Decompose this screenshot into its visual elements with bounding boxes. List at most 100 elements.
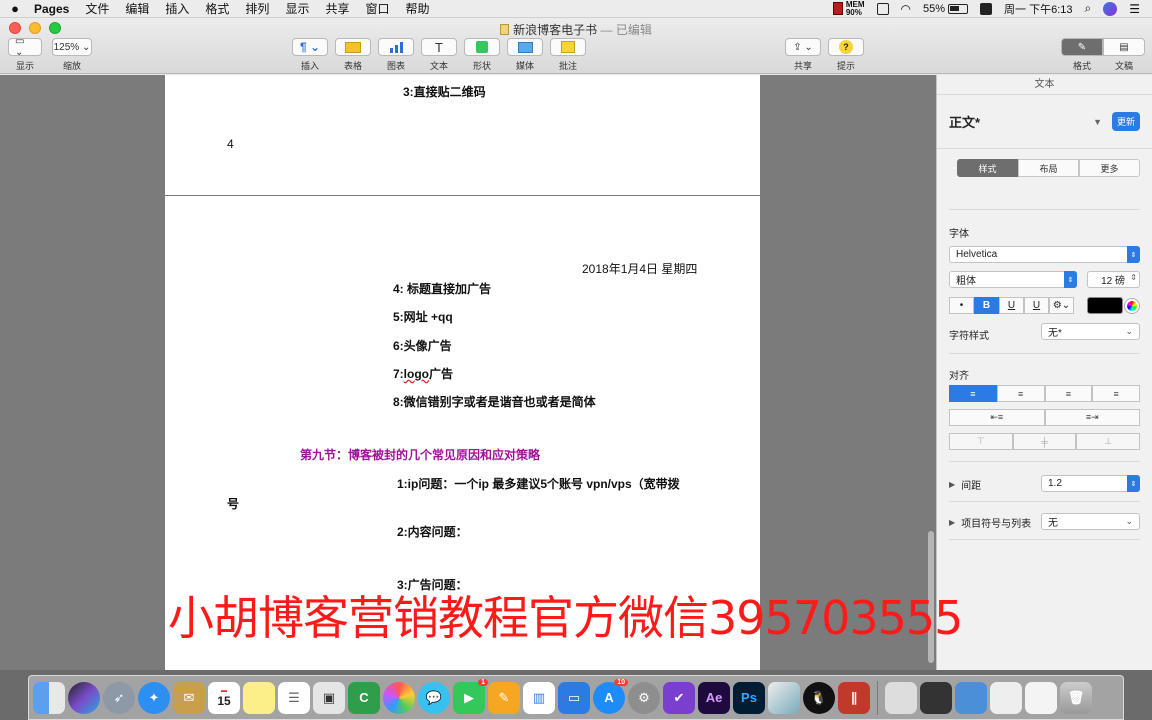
menu-help[interactable]: 帮助 [397, 0, 437, 17]
doc-line-7[interactable]: 7:logo广告 [393, 365, 453, 382]
minimized-window-3[interactable] [955, 681, 987, 714]
doc-line-5[interactable]: 5:网址 +qq [393, 308, 453, 325]
camtasia-icon[interactable]: C [348, 681, 380, 714]
clock[interactable]: 周一 下午6:13 [1004, 1, 1072, 17]
siri-icon[interactable] [68, 681, 100, 714]
minimized-window-5[interactable] [1025, 681, 1057, 714]
numbers-icon[interactable]: ▥ [523, 681, 555, 714]
font-size-stepper-icon[interactable]: ⇕ [1130, 273, 1137, 282]
document-title[interactable]: 新浪博客电子书 — 已编辑 [0, 21, 1152, 38]
doc-line-4[interactable]: 4: 标题直接加广告 [393, 280, 491, 297]
text-tool[interactable]: T 文本 [421, 38, 457, 72]
launchpad-rocket-icon[interactable]: ➶ [103, 681, 135, 714]
media-tool[interactable]: 媒体 [507, 38, 543, 72]
pages-app-icon[interactable]: ✎ [488, 681, 520, 714]
doc-item-2[interactable]: 2:内容问题： [397, 523, 468, 540]
text-options-button[interactable]: • [949, 297, 974, 314]
table-tool[interactable]: 表格 [335, 38, 371, 72]
menu-insert[interactable]: 插入 [157, 0, 197, 17]
font-family-popup[interactable]: Helvetica ⇕ [949, 246, 1140, 263]
keynote-icon[interactable]: ▭ [558, 681, 590, 714]
color-wheel-icon[interactable] [1125, 299, 1139, 313]
apple-menu-icon[interactable]: ● [0, 1, 30, 16]
menu-format[interactable]: 格式 [197, 0, 237, 17]
format-tab-button[interactable]: ✎ [1061, 38, 1103, 56]
italic-button[interactable]: U [999, 297, 1024, 314]
character-style-popup[interactable]: 无* ⌄ [1041, 323, 1140, 340]
page-previous[interactable]: 3:直接贴二维码 4 [165, 75, 760, 195]
decrease-indent-icon[interactable]: ⇤≡ [949, 409, 1045, 426]
minimized-window-2[interactable] [920, 681, 952, 714]
menu-window[interactable]: 窗口 [357, 0, 397, 17]
document-tab-button[interactable]: ▤ [1103, 38, 1145, 56]
calendar-icon[interactable]: ▬ 15 [208, 681, 240, 714]
style-dropdown-icon[interactable]: ▼ [1093, 117, 1102, 127]
chart-button[interactable] [378, 38, 414, 56]
maps-icon[interactable] [768, 681, 800, 714]
preview-icon[interactable]: ▣ [313, 681, 345, 714]
text-color-well[interactable] [1087, 297, 1123, 314]
tab-more[interactable]: 更多 [1079, 159, 1140, 177]
zoom-tool[interactable]: 125% ⌄ 缩放 [52, 38, 92, 72]
text-button[interactable]: T [421, 38, 457, 56]
doc-item-1-wrap[interactable]: 号 [227, 495, 239, 512]
spacing-disclosure[interactable]: ▶ 间距 [949, 477, 981, 492]
paragraph-style-name[interactable]: 正文* [949, 112, 980, 131]
align-right-icon[interactable]: ≡ [1044, 385, 1093, 402]
share-tool[interactable]: ⇪ ⌄ 共享 [785, 38, 821, 72]
mail-icon[interactable]: ✉ [173, 681, 205, 714]
share-button[interactable]: ⇪ ⌄ [785, 38, 821, 56]
parallels-icon[interactable]: ∥ [838, 681, 870, 714]
qr-code-heading[interactable]: 3:直接贴二维码 [403, 83, 486, 100]
increase-indent-icon[interactable]: ≡⇥ [1044, 409, 1140, 426]
bullets-popup[interactable]: 无 ⌄ [1041, 513, 1140, 530]
photos-icon[interactable] [383, 681, 415, 714]
bullets-disclosure[interactable]: ▶ 项目符号与列表 [949, 515, 1031, 530]
minimized-window-1[interactable] [885, 681, 917, 714]
shape-button[interactable] [464, 38, 500, 56]
menu-view[interactable]: 显示 [277, 0, 317, 17]
insert-button[interactable]: ¶ ⌄ [292, 38, 328, 56]
omnifocus-check-icon[interactable]: ✔ [663, 681, 695, 714]
align-middle-icon[interactable]: ╪ [1012, 433, 1077, 450]
trash-icon[interactable]: 🗑 [1060, 681, 1092, 714]
misspelled-word-logo[interactable]: logo [404, 367, 429, 381]
menu-file[interactable]: 文件 [77, 0, 117, 17]
notes-icon[interactable] [243, 681, 275, 714]
advanced-options-gear-icon[interactable]: ⚙⌄ [1049, 297, 1074, 314]
font-size-field[interactable]: 12 磅 ⇕ [1087, 271, 1140, 288]
doc-line-6[interactable]: 6:头像广告 [393, 337, 452, 354]
align-left-icon[interactable]: ≡ [949, 385, 997, 402]
system-preferences-gear-icon[interactable]: ⚙ [628, 681, 660, 714]
doc-line-8[interactable]: 8:微信错别字或者是谐音也或者是简体 [393, 393, 596, 410]
reminders-icon[interactable]: ☰ [278, 681, 310, 714]
display-mirror-icon[interactable] [876, 2, 889, 15]
align-justify-icon[interactable]: ≡ [1092, 385, 1140, 402]
document-date[interactable]: 2018年1月4日 星期四 [582, 260, 697, 277]
siri-icon[interactable] [1103, 1, 1118, 16]
facetime-icon[interactable]: ▶ 1 [453, 678, 488, 714]
font-weight-popup[interactable]: 粗体 ⇕ [949, 271, 1077, 288]
view-tool[interactable]: ▭ ⌄ 显示 [8, 36, 42, 72]
bold-button[interactable]: B [974, 297, 999, 314]
chart-tool[interactable]: 图表 [378, 38, 414, 72]
comment-button[interactable] [550, 38, 586, 56]
shape-tool[interactable]: 形状 [464, 38, 500, 72]
battery-status[interactable]: 55% [923, 3, 969, 15]
doc-item-1[interactable]: 1:ip问题：一个ip 最多建议5个账号 vpn/vps（宽带拨 [397, 475, 680, 492]
tips-button[interactable]: ? [828, 38, 864, 56]
section-heading[interactable]: 第九节：博客被封的几个常见原因和应对策略 [300, 446, 540, 463]
underline-button[interactable]: U [1024, 297, 1049, 314]
wifi-icon[interactable]: ◠ [901, 2, 911, 16]
menu-app-name[interactable]: Pages [30, 2, 77, 16]
memory-status[interactable]: MEM 90% [832, 0, 865, 17]
finder-icon[interactable] [33, 681, 65, 714]
minimized-window-4[interactable] [990, 681, 1022, 714]
document-canvas[interactable]: 3:直接贴二维码 4 2018年1月4日 星期四 4: 标题直接加广告 5:网址… [0, 75, 936, 670]
input-method-icon[interactable] [980, 2, 993, 15]
app-store-icon[interactable]: A 10 [593, 678, 628, 714]
spotlight-search-icon[interactable]: ⌕ [1085, 1, 1092, 16]
align-center-icon[interactable]: ≡ [996, 385, 1045, 402]
table-button[interactable] [335, 38, 371, 56]
messages-icon[interactable]: 💬 [418, 681, 450, 714]
